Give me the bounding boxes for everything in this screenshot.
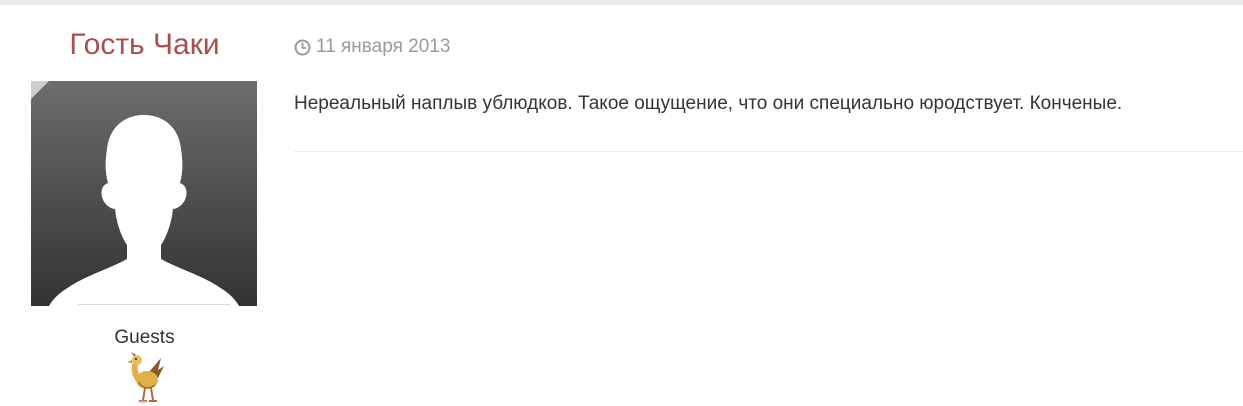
- chocobo-bird-icon: [125, 352, 165, 404]
- user-group-label: Guests: [114, 327, 175, 348]
- post-content-panel: 11 января 2013 Нереальный наплыв ублюдко…: [294, 5, 1243, 406]
- avatar-corner-fold: [31, 81, 49, 99]
- post-separator: [294, 151, 1243, 152]
- post-date-text: 11 января 2013: [316, 36, 451, 57]
- avatar[interactable]: [31, 81, 257, 306]
- post-body: Нереальный наплыв ублюдков. Такое ощущен…: [294, 93, 1123, 114]
- author-name[interactable]: Гость Чаки: [0, 27, 289, 63]
- clock-icon: [294, 39, 311, 55]
- author-panel: Гость Чаки Guests: [0, 5, 289, 406]
- default-user-silhouette-icon: [49, 115, 239, 306]
- forum-post: Гость Чаки Guests 11 января 2013 Нереаль…: [0, 0, 1243, 406]
- post-date[interactable]: 11 января 2013: [294, 35, 450, 59]
- avatar-divider: [78, 304, 230, 305]
